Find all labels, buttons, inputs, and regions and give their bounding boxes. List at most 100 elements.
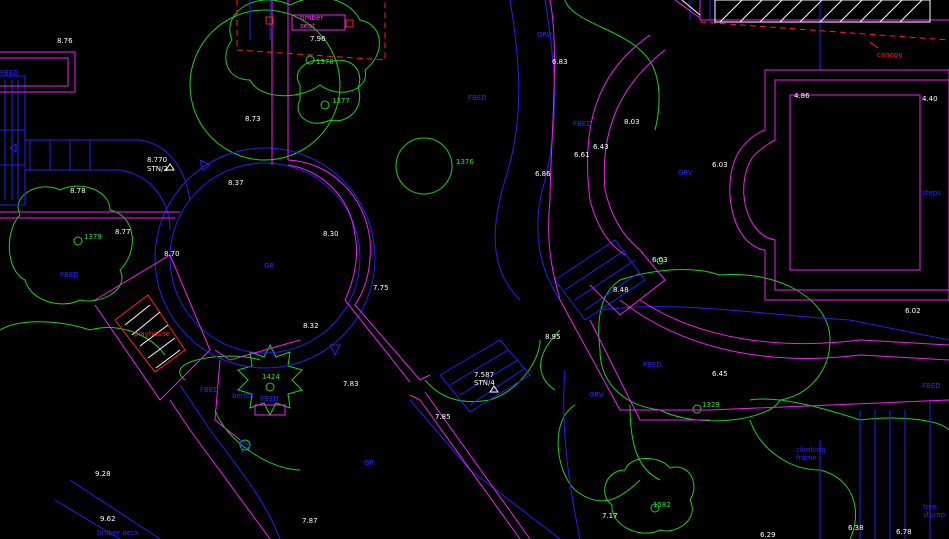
grv-wall-curve [639, 299, 949, 346]
level-text: 6.03 [652, 256, 668, 264]
tree-canopy-1329 [598, 269, 831, 422]
level-text: 6.02 [905, 307, 921, 315]
level-text: 8.48 [613, 286, 629, 294]
canopy-label: canopy [877, 51, 902, 59]
tree-tag: 1377 [332, 97, 350, 105]
canopy-leader [869, 41, 879, 49]
grv-edge [563, 369, 581, 539]
level-text: 8.32 [303, 322, 319, 330]
tree-canopy-1376 [395, 137, 453, 195]
station-text: STN/4 [474, 379, 495, 387]
path-curve-main [537, 0, 561, 301]
tree-stump-label: tree stump [923, 503, 946, 519]
hedge-line-left [0, 321, 166, 356]
level-text: 6.03 [712, 161, 728, 169]
post-marker [345, 19, 354, 28]
path-curve-left [494, 0, 521, 301]
tree-tag: 1329 [702, 401, 720, 409]
tree-marker-1377 [320, 100, 330, 110]
station-text: STN/2 [147, 165, 168, 173]
wall-curve-right-inner [603, 49, 666, 251]
level-text: 8.70 [164, 250, 180, 258]
area-labels: FBED GR GR FBED FBED FBED GRV GRV GRV FB… [0, 31, 946, 537]
tree-stump-line-1: tree [923, 503, 937, 511]
site-plan-drawing[interactable]: 8.76 7.96 8.73 8.770 8.37 8.78 8.77 8.70… [0, 0, 949, 539]
lawn-circle-ring [154, 147, 376, 369]
level-text: 6.61 [574, 151, 590, 159]
tree-marker-1329 [692, 404, 702, 414]
level-text: 6.38 [848, 524, 864, 532]
level-text: 9.62 [100, 515, 116, 523]
wall-lower-right-inner [589, 319, 710, 421]
tree-stump-box [254, 404, 286, 416]
level-text: 8.37 [228, 179, 244, 187]
area-label: GR [264, 262, 274, 270]
arrow-marker [9, 143, 17, 153]
station-triangles [165, 163, 499, 393]
hedge-line-right [749, 398, 949, 431]
level-text: 8.95 [545, 333, 561, 341]
wall-curve-center [548, 0, 561, 301]
bench-label: bench [232, 392, 253, 400]
boundary-dashed-right [699, 21, 949, 41]
decking-right [859, 410, 906, 539]
level-text: 7.85 [435, 413, 451, 421]
tree-tag: 1582 [653, 501, 671, 509]
area-label: FBED [0, 69, 19, 77]
level-text: 7.587 [474, 371, 494, 379]
level-text: 7.75 [373, 284, 389, 292]
level-text: 6.45 [712, 370, 728, 378]
tree-canopy-1379 [8, 185, 133, 305]
level-text: 7.83 [343, 380, 359, 388]
tree-tag: 1424 [262, 373, 280, 381]
timber-seat-label: timber seat [300, 14, 323, 30]
tree-marker-1378 [305, 55, 315, 65]
path-edge-bottom [409, 399, 561, 539]
tree-canopy-edge [629, 404, 661, 481]
step-lines-left [29, 140, 91, 170]
level-text: 7.96 [310, 35, 326, 43]
area-label: FBED [60, 271, 79, 279]
area-label: FBED [200, 386, 219, 394]
area-label: FBED [260, 395, 279, 403]
wall-circle-right-inner [287, 164, 411, 383]
tree-tag: 1376 [456, 158, 474, 166]
area-label: FBED [643, 361, 662, 369]
canopy-hatch-box [714, 0, 931, 23]
decking-boards [4, 80, 19, 200]
level-text: 6.78 [896, 528, 912, 536]
wall-vertical-top [271, 0, 289, 165]
tree-canopy-1582 [604, 458, 695, 534]
spot-levels: 8.76 7.96 8.73 8.770 8.37 8.78 8.77 8.70… [57, 35, 938, 539]
area-label: GRV [537, 31, 552, 39]
grv-edge-right [599, 306, 949, 341]
level-text: 4.86 [794, 92, 810, 100]
level-text: 8.770 [147, 156, 167, 164]
tree-marker-1424 [265, 382, 275, 392]
area-label: FBED [922, 382, 941, 390]
timber-seat-line-2: seat [300, 22, 315, 30]
level-text: 9.28 [95, 470, 111, 478]
tree-tag: 1379 [84, 233, 102, 241]
lawn-edge-top [564, 0, 660, 131]
building-wall [743, 79, 949, 291]
playhouse-label: playhouse [134, 330, 170, 338]
level-text: 6.86 [535, 170, 551, 178]
level-text: 6.43 [593, 143, 609, 151]
level-text: 6.83 [552, 58, 568, 66]
climbing-frame-label: climbing frame [796, 446, 826, 462]
tree-stump-line-2: stump [923, 511, 946, 519]
area-label: GRV [589, 391, 604, 399]
tree-tag: 1378 [316, 58, 334, 66]
path-curve-lower-left [179, 384, 281, 539]
climbing-frame-line-1: climbing [796, 446, 826, 454]
canopy-hatch [719, 0, 923, 23]
area-label: FBED [573, 120, 592, 128]
level-text: 4.40 [922, 95, 938, 103]
level-text: 8.77 [115, 228, 131, 236]
hedge-line-right-lower [749, 419, 856, 539]
area-label: GR [364, 459, 374, 467]
lawn-edge-lower [214, 409, 301, 471]
wall-top-stub [674, 0, 701, 19]
fence-top [249, 0, 271, 40]
